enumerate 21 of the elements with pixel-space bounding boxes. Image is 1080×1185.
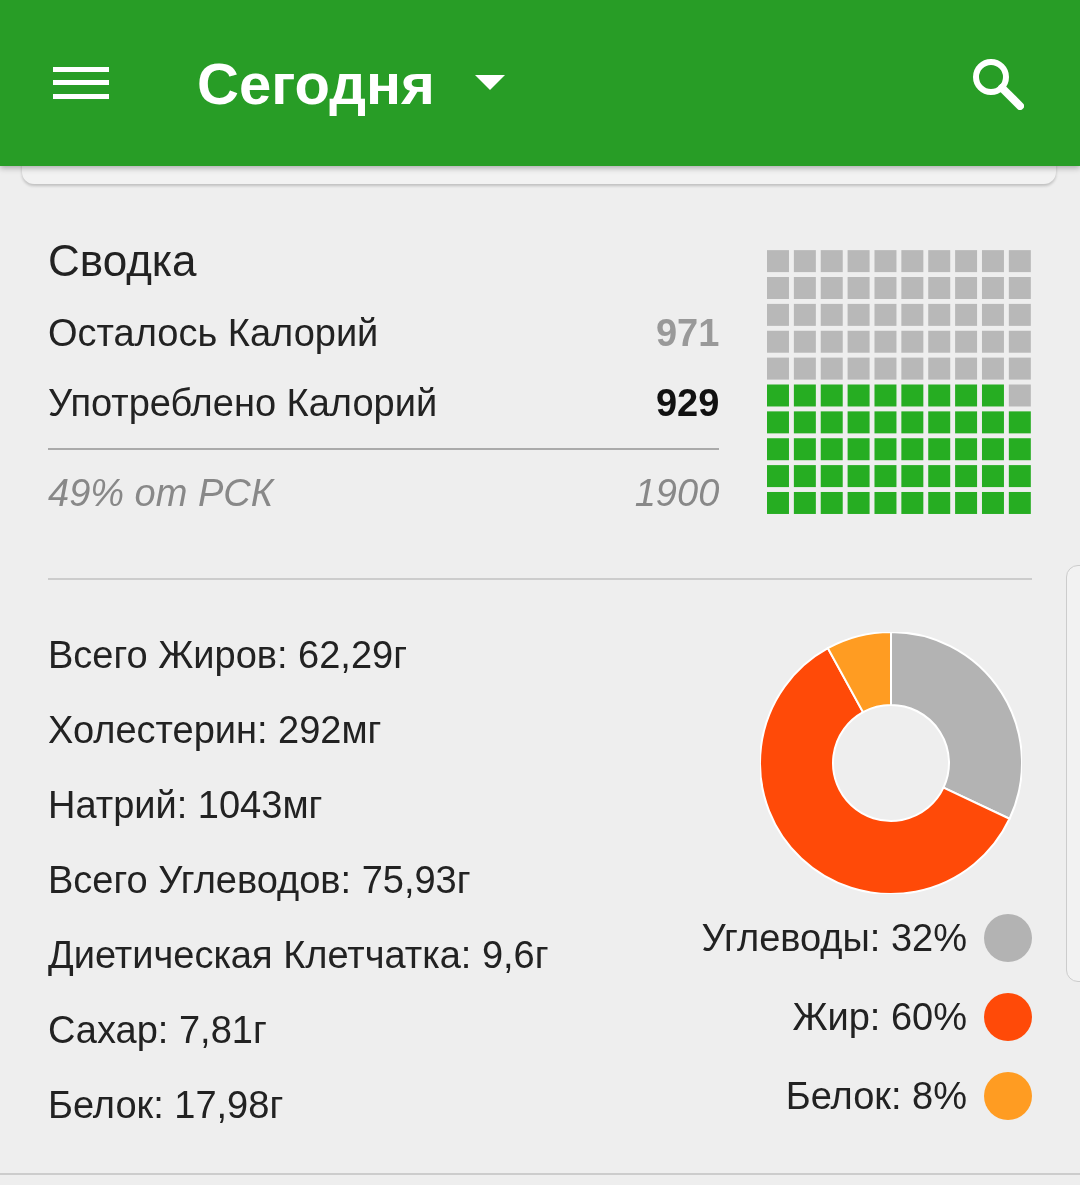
nutrient-text: Холестерин: 292мг [48, 708, 383, 753]
dropdown-caret-icon[interactable] [474, 75, 505, 91]
nutrient-text: Всего Углеводов: 75,93г [48, 858, 472, 903]
goal-value: 1900 [634, 471, 720, 515]
menu-icon[interactable] [53, 65, 109, 101]
nutrient-text: Всего Жиров: 62,29г [48, 633, 409, 678]
calorie-value: 929 [655, 381, 720, 425]
legend-label: Углеводы: 32% [701, 916, 967, 960]
nutrient-text: Натрий: 1043мг [48, 783, 324, 828]
calorie-value: 971 [655, 311, 720, 355]
legend-label: Белок: 8% [785, 1074, 967, 1118]
search-icon[interactable] [970, 56, 1024, 110]
nutrient-text: Диетическая Клетчатка: 9,6г [48, 933, 549, 978]
calorie-label: Осталось Калорий [48, 311, 379, 355]
nutrient-text: Сахар: 7,81г [48, 1008, 268, 1053]
section-heading: Сводка [48, 236, 198, 287]
app-bar-title[interactable]: Сегодня [197, 49, 435, 117]
calorie-label: Употреблено Калорий [48, 381, 438, 425]
percent-label: 49% от РСК [48, 471, 274, 515]
nutrient-text: Белок: 17,98г [48, 1083, 285, 1128]
legend-label: Жир: 60% [792, 995, 967, 1039]
